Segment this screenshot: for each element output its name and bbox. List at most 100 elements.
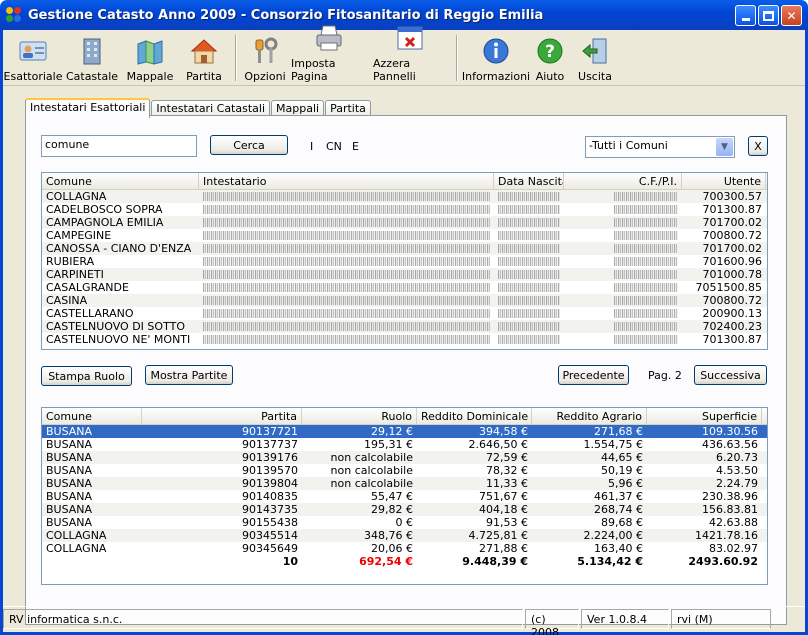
redacted-text [203, 270, 490, 279]
cell-intestatario-redacted [199, 320, 494, 333]
partite-grid: Comune Partita Ruolo Reddito Dominicale … [41, 407, 768, 585]
toolbar-uscita[interactable]: Uscita [571, 30, 619, 86]
toolbar-label: Uscita [578, 70, 612, 83]
cell-data-nascita-redacted [494, 255, 564, 268]
main-window: Esattoriale Catastale Mappale Partita Op… [0, 25, 808, 635]
column-header-ruolo[interactable]: Ruolo [302, 408, 417, 424]
cell-superficie: 156.83.81 [702, 503, 758, 516]
redacted-text [498, 309, 560, 318]
column-header-data-nascita[interactable]: Data Nascita [494, 173, 564, 189]
redacted-text [614, 205, 678, 214]
precedente-button[interactable]: Precedente [558, 365, 629, 385]
option-i[interactable]: I [310, 140, 313, 153]
maximize-button[interactable] [758, 5, 779, 26]
cell-ruolo: non calcolabile [330, 464, 413, 477]
cell-utente: 200900.13 [702, 307, 763, 320]
column-header-comune[interactable]: Comune [42, 173, 199, 189]
total-reddito-agrario: 5.134,42 € [577, 555, 643, 568]
table-row[interactable]: BUSANA 90155438 0 € 91,53 € 89,68 € 42.63.88 [42, 516, 767, 529]
cell-reddito-agrario: 1.554,75 € [583, 438, 643, 451]
cell-partita: 90139176 [242, 451, 298, 464]
toolbar-catastale[interactable]: Catastale [63, 30, 121, 86]
building-icon [77, 36, 107, 66]
toolbar-aiuto[interactable]: ? Aiuto [529, 30, 571, 86]
status-user: rvi (M) [671, 608, 771, 629]
cell-cf-redacted [564, 242, 682, 255]
column-header-cf-pi[interactable]: C.F./P.I. [564, 173, 682, 189]
option-cn[interactable]: CN [326, 140, 342, 153]
table-row[interactable]: COLLAGNA 90345649 20,06 € 271,88 € 163,40 € 8… [42, 542, 767, 555]
toolbar-azzera-pannelli[interactable]: Azzera Pannelli [370, 26, 450, 86]
table-row[interactable]: CASTELNUOVO DI SOTTO 702400.23 [42, 320, 767, 333]
toolbar-informazioni[interactable]: Informazioni [462, 30, 530, 86]
id-card-icon [18, 36, 48, 66]
table-row[interactable]: CANOSSA - CIANO D'ENZA 701700.02 [42, 242, 767, 255]
column-header-utente[interactable]: Utente [682, 173, 766, 189]
redacted-text [203, 335, 490, 344]
cell-reddito-dominicale: 78,32 € [486, 464, 528, 477]
table-row[interactable]: COLLAGNA 90345514 348,76 € 4.725,81 € 2.224,… [42, 529, 767, 542]
status-copyright: (c) 2008 [525, 608, 579, 635]
table-row[interactable]: BUSANA 90137721 29,12 € 394,58 € 271,68 € 109… [42, 425, 767, 438]
column-header-partita[interactable]: Partita [142, 408, 302, 424]
table-row[interactable]: COLLAGNA 700300.57 [42, 190, 767, 203]
table-row[interactable]: CAMPAGNOLA EMILIA 701700.02 [42, 216, 767, 229]
table-row[interactable]: CASINA 700800.72 [42, 294, 767, 307]
toolbar-mappale[interactable]: Mappale [121, 30, 179, 86]
toolbar-label: Esattoriale [3, 70, 63, 83]
column-header-reddito-agrario[interactable]: Reddito Agrario [532, 408, 647, 424]
redacted-text [498, 335, 560, 344]
table-row[interactable]: BUSANA 90137737 195,31 € 2.646,50 € 1.554,75… [42, 438, 767, 451]
table-row[interactable]: BUSANA 90140835 55,47 € 751,67 € 461,37 € 230… [42, 490, 767, 503]
toolbar-label: Partita [186, 70, 222, 83]
table-row[interactable]: BUSANA 90143735 29,82 € 404,18 € 268,74 € 156… [42, 503, 767, 516]
redacted-text [498, 192, 560, 201]
column-header-intestatario[interactable]: Intestatario [199, 173, 494, 189]
toolbar-label: Imposta Pagina [291, 57, 336, 83]
clear-button[interactable]: X [748, 136, 768, 156]
successiva-button[interactable]: Successiva [694, 365, 767, 385]
redacted-text [498, 296, 560, 305]
reset-window-icon [395, 23, 425, 53]
table-row[interactable]: BUSANA 90139804 non calcolabile 11,33 € 5,96… [42, 477, 767, 490]
table-row[interactable]: BUSANA 90139176 non calcolabile 72,59 € 44,6… [42, 451, 767, 464]
table-row[interactable]: CADELBOSCO SOPRA 701300.87 [42, 203, 767, 216]
column-header-reddito-dominicale[interactable]: Reddito Dominicale [417, 408, 532, 424]
table-row[interactable]: CARPINETI 701000.78 [42, 268, 767, 281]
search-input[interactable]: comune [41, 135, 197, 157]
help-icon: ? [535, 36, 565, 66]
column-header-comune[interactable]: Comune [42, 408, 142, 424]
tab-intestatari-esattoriali[interactable]: Intestatari Esattoriali [25, 98, 151, 118]
cell-data-nascita-redacted [494, 190, 564, 203]
comune-select[interactable]: -Tutti i Comuni ▼ [585, 136, 735, 158]
stampa-ruolo-button[interactable]: Stampa Ruolo [41, 366, 132, 386]
toolbar-partita[interactable]: Partita [179, 30, 229, 86]
redacted-text [203, 283, 490, 292]
toolbar-imposta-pagina[interactable]: Imposta Pagina [288, 25, 370, 86]
cell-comune: BUSANA [46, 438, 93, 451]
toolbar-esattoriale[interactable]: Esattoriale [3, 30, 63, 86]
redacted-text [203, 244, 490, 253]
minimize-button[interactable] [735, 5, 756, 26]
window-title: Gestione Catasto Anno 2009 - Consorzio F… [28, 7, 544, 23]
table-row[interactable]: CASTELNUOVO NE' MONTI 701300.87 [42, 333, 767, 346]
cell-cf-redacted [564, 216, 682, 229]
option-e[interactable]: E [352, 140, 359, 153]
cell-comune: BUSANA [46, 503, 93, 516]
table-row[interactable]: CASALGRANDE 7051500.85 [42, 281, 767, 294]
table-row[interactable]: CAMPEGINE 700800.72 [42, 229, 767, 242]
column-header-superficie[interactable]: Superficie [647, 408, 762, 424]
table-row[interactable]: BUSANA 90139570 non calcolabile 78,32 € 50,1… [42, 464, 767, 477]
table-row[interactable]: CASTELLARANO 200900.13 [42, 307, 767, 320]
close-button[interactable]: ✕ [781, 5, 802, 26]
redacted-text [614, 322, 678, 331]
search-button[interactable]: Cerca [210, 135, 288, 155]
table-row[interactable]: RUBIERA 701600.96 [42, 255, 767, 268]
close-icon: ✕ [786, 8, 797, 23]
toolbar-opzioni[interactable]: Opzioni [242, 30, 288, 86]
mostra-partite-button[interactable]: Mostra Partite [145, 365, 233, 385]
cell-cf-redacted [564, 307, 682, 320]
cell-intestatario-redacted [199, 268, 494, 281]
cell-intestatario-redacted [199, 229, 494, 242]
cell-comune: BUSANA [46, 477, 93, 490]
